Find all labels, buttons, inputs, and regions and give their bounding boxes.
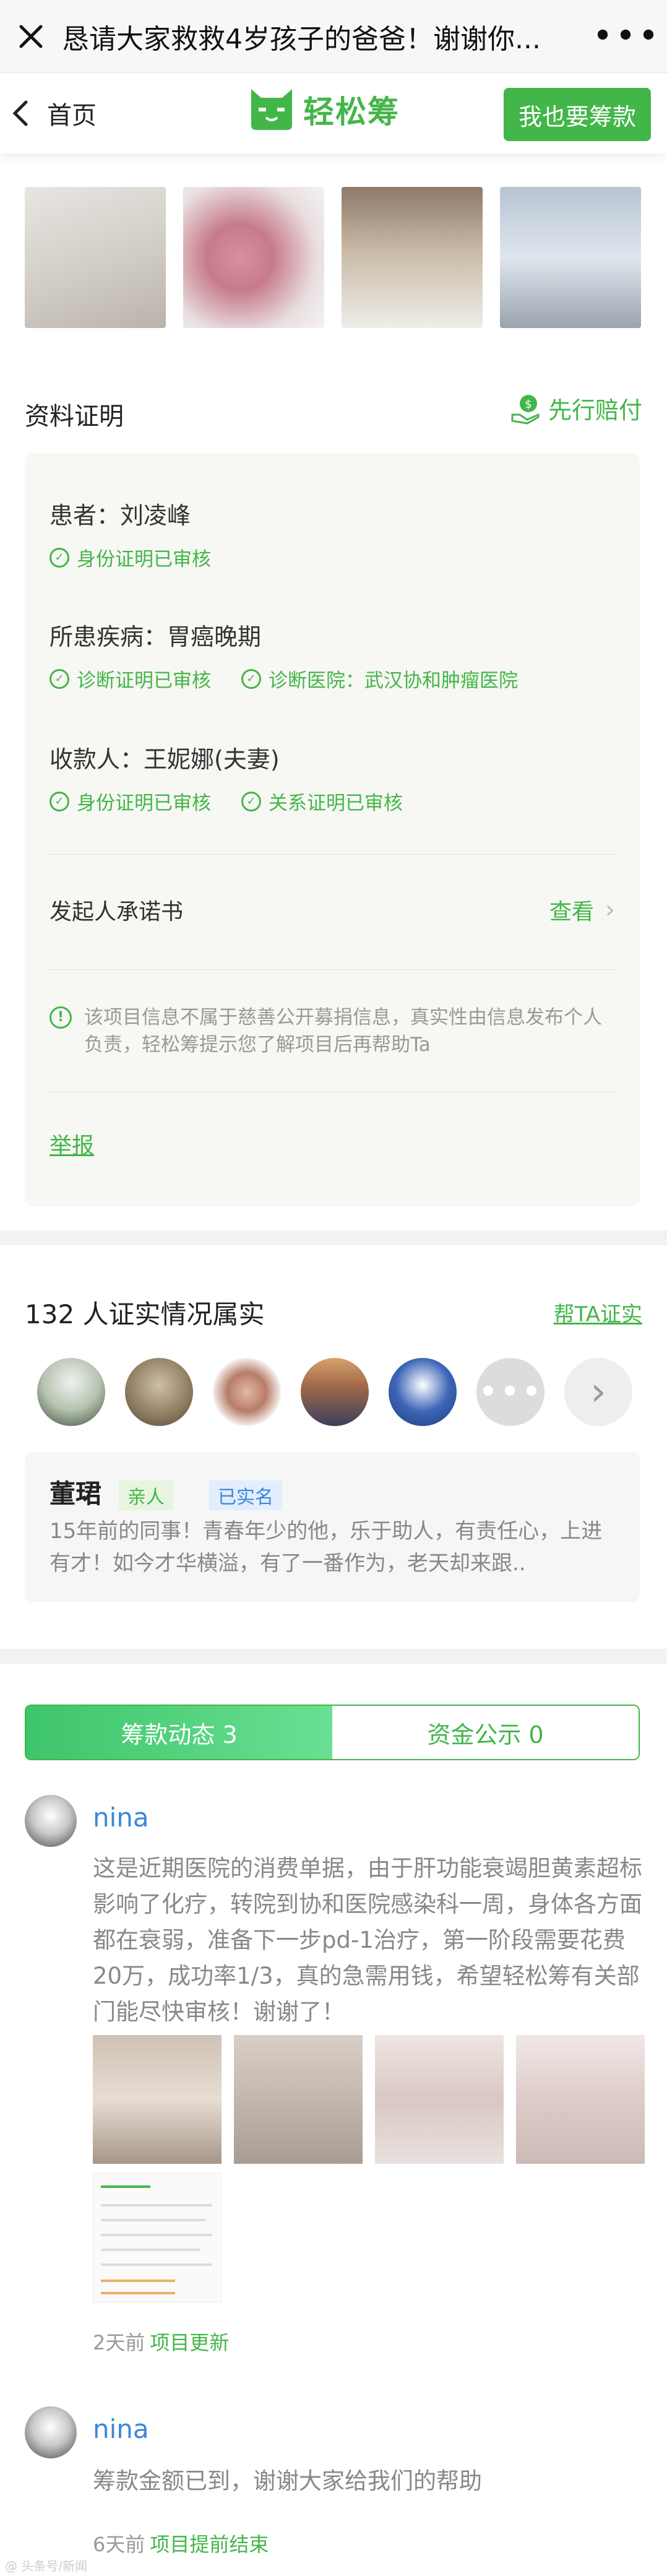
exclamation-icon: ! bbox=[49, 1006, 72, 1029]
check-icon: ✓ bbox=[49, 547, 69, 568]
hospital-tag: ✓ 诊断医院：武汉协和肿瘤医院 bbox=[241, 665, 518, 693]
verifier-comment: 15年前的同事！青春年少的他，乐于助人，有责任心，上进有才！如今才华横溢，有了一… bbox=[49, 1519, 603, 1576]
update-time: 2天前 bbox=[93, 2331, 145, 2354]
materials-card: 患者：刘凌峰 ✓ 身份证明已审核 所患疾病：胃癌晚期 ✓ 诊断证明已审核 ✓ 诊断医院… bbox=[25, 453, 640, 1207]
relation-tag: ✓ 关系证明已审核 bbox=[241, 787, 403, 815]
photo-gallery bbox=[25, 187, 641, 328]
payee-id-tag-label: 身份证明已审核 bbox=[77, 792, 211, 815]
update-text: 筹款金额已到，谢谢大家给我们的帮助 bbox=[93, 2468, 482, 2494]
avatar[interactable] bbox=[389, 1358, 457, 1426]
page-title: 恳请大家救救4岁孩子的爸爸！谢谢你... bbox=[62, 23, 541, 55]
photo-pathology[interactable] bbox=[183, 187, 324, 328]
guarantee-label: 先行赔付 bbox=[548, 397, 642, 424]
back-label: 首页 bbox=[47, 102, 97, 130]
patient-label: 患者：刘凌峰 bbox=[49, 502, 191, 529]
title-bar: 恳请大家救救4岁孩子的爸爸！谢谢你... ••• bbox=[0, 0, 667, 73]
verifier-quote-card[interactable]: 董珺 亲人 已实名 15年前的同事！青春年少的他，乐于助人，有责任心，上进有才！… bbox=[25, 1452, 640, 1602]
verifier-avatars: ••• › bbox=[37, 1358, 632, 1426]
check-icon: ✓ bbox=[49, 791, 69, 811]
receipt-photo[interactable] bbox=[93, 2035, 222, 2164]
photo-patient[interactable] bbox=[342, 187, 483, 328]
receipt-screenshot[interactable] bbox=[93, 2172, 222, 2302]
report-link[interactable]: 举报 bbox=[49, 1128, 94, 1160]
patient-id-tag: ✓ 身份证明已审核 bbox=[49, 543, 211, 571]
update-tabs: 筹款动态 3 资金公示 0 bbox=[25, 1705, 640, 1760]
hospital-tag-label: 诊断医院：武汉协和肿瘤医院 bbox=[269, 670, 518, 692]
cat-logo-icon bbox=[251, 89, 292, 130]
avatar[interactable] bbox=[25, 1795, 77, 1847]
receipt-photo[interactable] bbox=[375, 2035, 504, 2164]
update-images bbox=[93, 2035, 645, 2164]
update-status: 项目更新 bbox=[150, 2331, 230, 2354]
promise-label: 发起人承诺书 bbox=[49, 899, 184, 925]
update-author[interactable]: nina bbox=[93, 2414, 149, 2444]
chevron-right-icon: › bbox=[605, 896, 615, 924]
brand-logo: 轻松筹 bbox=[247, 87, 400, 132]
materials-title: 资料证明 bbox=[25, 402, 124, 431]
update-meta: 6天前 项目提前结束 bbox=[93, 2529, 269, 2557]
diagnosis-tag: ✓ 诊断证明已审核 bbox=[49, 665, 211, 693]
relation-tag-label: 关系证明已审核 bbox=[269, 792, 403, 815]
help-verify-link[interactable]: 帮TA证实 bbox=[554, 1297, 642, 1328]
section-gap bbox=[0, 1649, 667, 1664]
nav-bar: 首页 轻松筹 我也要筹款 bbox=[0, 73, 667, 153]
more-dots-icon[interactable]: ••• bbox=[476, 1358, 544, 1426]
payee-id-tag: ✓ 身份证明已审核 bbox=[49, 787, 211, 815]
verify-count: 132 人证实情况属实 bbox=[25, 1299, 265, 1329]
avatar[interactable] bbox=[301, 1358, 369, 1426]
view-promise-link[interactable]: 查看 › bbox=[549, 894, 615, 926]
section-gap bbox=[0, 1230, 667, 1245]
tab-updates[interactable]: 筹款动态 3 bbox=[26, 1706, 332, 1759]
back-button[interactable]: 首页 bbox=[11, 73, 97, 153]
update-status: 项目提前结束 bbox=[150, 2533, 269, 2556]
brand-name: 轻松筹 bbox=[303, 94, 400, 130]
avatar[interactable] bbox=[125, 1358, 193, 1426]
avatar[interactable] bbox=[213, 1358, 281, 1426]
chevron-left-icon bbox=[12, 100, 28, 126]
update-meta: 2天前 项目更新 bbox=[93, 2327, 229, 2356]
view-label: 查看 bbox=[549, 899, 594, 925]
patient-id-tag-label: 身份证明已审核 bbox=[77, 548, 211, 571]
receipt-photo[interactable] bbox=[234, 2035, 363, 2164]
verifier-name: 董珺 bbox=[49, 1479, 102, 1509]
guarantee-link[interactable]: $ 先行赔付 bbox=[510, 391, 642, 425]
update-text: 这是近期医院的消费单据，由于肝功能衰竭胆黄素超标影响了化疗，转院到协和医院感染科… bbox=[93, 1855, 642, 2025]
relation-badge: 亲人 bbox=[119, 1480, 173, 1510]
diagnosis-tag-label: 诊断证明已审核 bbox=[77, 670, 211, 692]
next-arrow-icon[interactable]: › bbox=[564, 1358, 632, 1426]
check-icon: ✓ bbox=[241, 791, 261, 811]
check-icon: ✓ bbox=[241, 668, 261, 689]
disclaimer-notice: ! 该项目信息不属于慈善公开募捐信息，真实性由信息发布个人负责，轻松筹提示您了解… bbox=[49, 1004, 615, 1058]
svg-text:$: $ bbox=[525, 398, 531, 411]
photo-document[interactable] bbox=[25, 187, 166, 328]
start-fundraise-button[interactable]: 我也要筹款 bbox=[504, 88, 651, 141]
watermark: @ 头条号/新闻 bbox=[5, 2559, 88, 2574]
more-icon[interactable]: ••• bbox=[587, 0, 667, 73]
avatar[interactable] bbox=[25, 2406, 77, 2458]
shield-money-icon: $ bbox=[511, 394, 540, 425]
close-icon[interactable] bbox=[0, 0, 62, 73]
photo-hospital[interactable] bbox=[500, 187, 641, 328]
update-author[interactable]: nina bbox=[93, 1802, 149, 1833]
avatar[interactable] bbox=[37, 1358, 105, 1426]
divider bbox=[49, 969, 615, 970]
tab-funds[interactable]: 资金公示 0 bbox=[332, 1706, 639, 1759]
notice-text: 该项目信息不属于慈善公开募捐信息，真实性由信息发布个人负责，轻松筹提示您了解项目… bbox=[84, 1006, 602, 1056]
receipt-photo[interactable] bbox=[516, 2035, 645, 2164]
payee-label: 收款人：王妮娜(夫妻) bbox=[49, 746, 280, 773]
divider bbox=[49, 854, 615, 855]
check-icon: ✓ bbox=[49, 668, 69, 689]
update-time: 6天前 bbox=[93, 2533, 145, 2556]
disease-label: 所患疾病：胃癌晚期 bbox=[49, 623, 262, 650]
realname-badge: 已实名 bbox=[209, 1480, 282, 1510]
